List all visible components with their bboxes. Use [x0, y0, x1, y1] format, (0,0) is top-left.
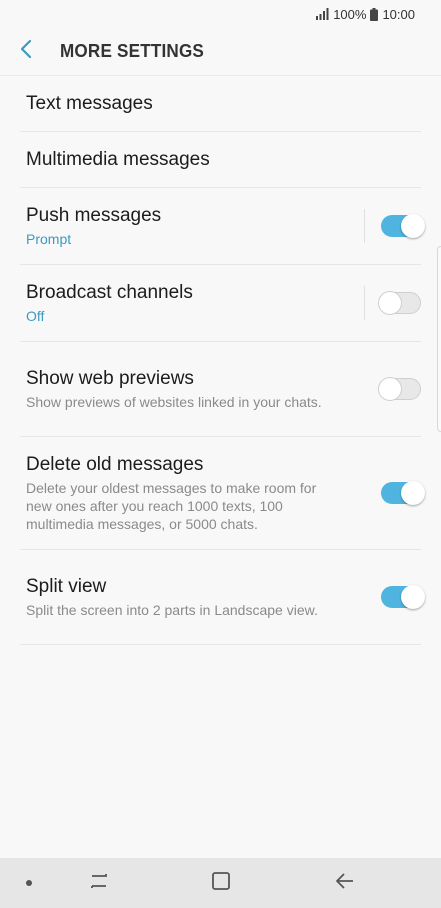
home-button[interactable] [208, 871, 234, 895]
setting-label: Delete old messages [26, 454, 204, 475]
setting-label: Show web previews [26, 368, 194, 389]
setting-label: Multimedia messages [26, 148, 210, 170]
navigation-bar [0, 858, 441, 908]
home-icon [212, 871, 230, 895]
setting-broadcast-channels[interactable]: Broadcast channels Off [20, 265, 421, 342]
divider [364, 286, 365, 320]
setting-description: Delete your oldest messages to make room… [26, 480, 317, 532]
setting-description: Show previews of websites linked in your… [26, 394, 322, 410]
status-bar: 100% 10:00 [0, 0, 441, 28]
setting-split-view[interactable]: Split view Split the screen into 2 parts… [20, 550, 425, 645]
edge-panel-handle[interactable] [437, 246, 441, 432]
battery-percent: 100% [333, 6, 367, 22]
clock: 10:00 [382, 6, 415, 22]
push-messages-toggle[interactable] [381, 214, 425, 238]
page-title: MORE SETTINGS [60, 41, 205, 61]
back-arrow-icon [335, 872, 355, 895]
recent-apps-icon [89, 872, 109, 895]
back-button[interactable] [20, 32, 60, 72]
setting-value: Prompt [26, 231, 72, 247]
setting-multimedia-messages[interactable]: Multimedia messages [20, 132, 421, 188]
divider [364, 209, 365, 243]
setting-value: Off [26, 308, 45, 324]
nav-dot-indicator [26, 880, 32, 886]
chevron-left-icon [20, 39, 32, 64]
setting-label: Text messages [26, 92, 153, 114]
setting-text-messages[interactable]: Text messages [20, 76, 421, 132]
battery-icon [370, 7, 379, 21]
setting-description: Split the screen into 2 parts in Landsca… [26, 602, 318, 618]
show-web-previews-toggle[interactable] [378, 377, 421, 401]
setting-label: Split view [26, 576, 107, 597]
recent-apps-button[interactable] [86, 871, 112, 895]
settings-list: Text messages Multimedia messages Push m… [20, 76, 425, 645]
nav-back-button[interactable] [332, 871, 358, 895]
broadcast-channels-toggle[interactable] [378, 291, 421, 315]
setting-push-messages[interactable]: Push messages Prompt [20, 188, 425, 265]
setting-label: Push messages [26, 205, 162, 226]
split-view-toggle[interactable] [381, 585, 425, 609]
setting-delete-old-messages[interactable]: Delete old messages Delete your oldest m… [20, 437, 425, 550]
setting-label: Broadcast channels [26, 282, 193, 303]
delete-old-messages-toggle[interactable] [381, 481, 425, 505]
signal-icon [315, 8, 329, 20]
app-bar: MORE SETTINGS [0, 28, 441, 76]
setting-show-web-previews[interactable]: Show web previews Show previews of websi… [20, 342, 421, 437]
